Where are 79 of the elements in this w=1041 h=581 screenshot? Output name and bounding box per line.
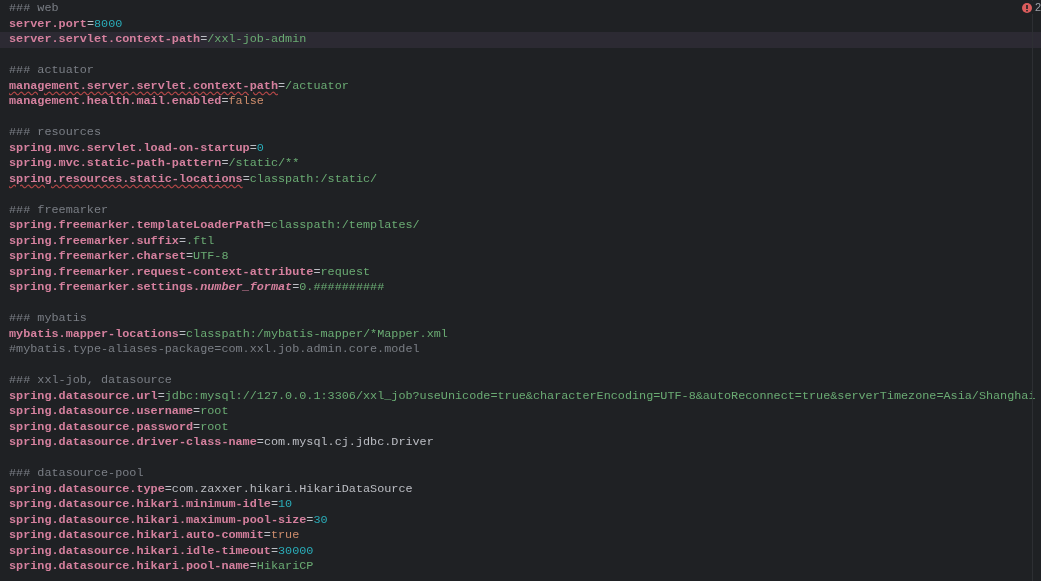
property-value: /xxl-job-admin [207, 32, 307, 48]
property-value: HikariCP [256, 559, 314, 575]
equals-sign: = [249, 559, 257, 575]
equals-sign: = [242, 171, 250, 187]
property-value: 30 [313, 512, 328, 528]
code-comment: ### xxl-job, datasource [9, 373, 172, 389]
property-value: com.zaxxer.hikari.HikariDataSource [171, 481, 413, 497]
property-key: spring.freemarker.templateLoaderPath [9, 218, 264, 234]
property-value: classpath:/templates/ [270, 218, 420, 234]
property-key: spring.datasource.username [9, 404, 194, 420]
property-key: spring.datasource.hikari.auto-commit [9, 528, 264, 544]
property-key: spring.datasource.type [9, 481, 165, 497]
equals-sign: = [263, 218, 271, 234]
property-value: 10 [278, 497, 293, 513]
property-value: 0 [256, 140, 264, 156]
code-comment: ### datasource-pool [9, 466, 144, 482]
code-comment: ### web [9, 1, 59, 17]
property-value: com.mysql.cj.jdbc.Driver [263, 435, 434, 451]
equals-sign: = [193, 419, 201, 435]
property-key: server.servlet.context-path [9, 32, 201, 48]
property-key: spring.freemarker.settings.number_format [9, 280, 293, 296]
code-comment: ### resources [9, 125, 102, 141]
property-value: root [200, 419, 229, 435]
equals-sign: = [193, 404, 201, 420]
property-value: 0.########## [299, 280, 385, 296]
equals-sign: = [164, 481, 172, 497]
property-value: UTF-8 [193, 249, 229, 265]
equals-sign: = [249, 140, 257, 156]
property-value: true [270, 528, 300, 544]
property-key: spring.datasource.hikari.minimum-idle [9, 497, 271, 513]
equals-sign: = [256, 435, 264, 451]
equals-sign: = [270, 497, 279, 513]
property-key: management.health.mail.enabled [9, 94, 222, 110]
property-value: 8000 [93, 16, 123, 32]
property-value: 30000 [278, 543, 314, 559]
property-key: spring.datasource.password [9, 419, 194, 435]
equals-sign: = [178, 233, 186, 249]
equals-sign: = [186, 249, 194, 265]
equals-sign: = [306, 512, 314, 528]
equals-sign: = [221, 94, 229, 110]
property-value: root [200, 404, 229, 420]
property-value: jdbc:mysql://127.0.0.1:3306/xxl_job?useUnicode=true&characterEncoding=UTF-8&autoReconnect=true&serverTimezone=Asia/Shanghai [164, 388, 1036, 404]
property-key: spring.freemarker.charset [9, 249, 186, 265]
equals-sign: = [200, 32, 208, 48]
equals-sign: = [278, 78, 286, 94]
property-value: false [228, 94, 264, 110]
property-value: classpath:/static/ [249, 171, 378, 187]
property-key: server.port [9, 16, 87, 32]
equals-sign: = [313, 264, 321, 280]
property-value: /static/** [228, 156, 300, 172]
equals-sign: = [86, 16, 94, 32]
equals-sign: = [157, 388, 165, 404]
equals-sign: = [178, 326, 186, 342]
property-key: mybatis.mapper-locations [9, 326, 179, 342]
equals-sign: = [270, 543, 279, 559]
property-value: .ftl [186, 233, 215, 249]
code-editor[interactable] [0, 0, 1041, 581]
equals-sign: = [292, 280, 300, 296]
property-key: spring.freemarker.request-context-attribute [9, 264, 314, 280]
property-key: spring.datasource.url [9, 388, 158, 404]
property-key: spring.datasource.hikari.maximum-pool-size [9, 512, 307, 528]
property-value: request [320, 264, 371, 280]
code-comment: ### mybatis [9, 311, 87, 327]
error-icon[interactable] [1021, 2, 1032, 13]
property-key: spring.datasource.driver-class-name [9, 435, 257, 451]
property-key: management.server.servlet.context-path [9, 78, 278, 94]
property-key: spring.datasource.hikari.idle-timeout [9, 543, 271, 559]
code-comment: #mybatis.type-aliases-package=com.xxl.job.admin.core.model [9, 342, 420, 358]
property-value: classpath:/mybatis-mapper/*Mapper.xml [186, 326, 448, 342]
equals-sign: = [263, 528, 271, 544]
property-key: spring.resources.static-locations [9, 171, 243, 187]
property-key: spring.mvc.servlet.load-on-startup [9, 140, 250, 156]
equals-sign: = [221, 156, 229, 172]
code-comment: ### actuator [9, 63, 94, 79]
property-key: spring.datasource.hikari.pool-name [9, 559, 250, 575]
property-value: /actuator [285, 78, 349, 94]
property-key: spring.mvc.static-path-pattern [9, 156, 222, 172]
code-comment: ### freemarker [9, 202, 109, 218]
property-key: spring.freemarker.suffix [9, 233, 179, 249]
